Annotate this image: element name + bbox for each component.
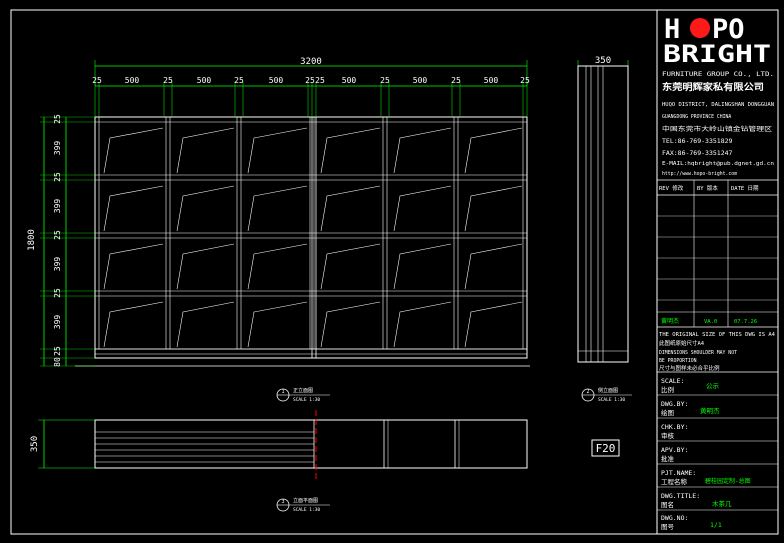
- note-1: THE ORIGINAL SIZE OF THIS DWG IS A4: [659, 332, 775, 338]
- approved-by-label-en: APV.BY:: [661, 446, 688, 454]
- logo-red-dot: [690, 18, 710, 38]
- left-dim-label: 399: [53, 257, 62, 272]
- rev-row-date: 07.7.26: [734, 319, 757, 325]
- address-en-1: HUQO DISTRICT, DALINGSHAN DONGGUAN: [662, 102, 774, 108]
- top-dim-label: 25: [315, 76, 325, 85]
- svg-text:3: 3: [281, 499, 284, 505]
- address-cn: 中国东莞市大岭山镇金钻管理区: [662, 125, 772, 133]
- checked-by-label-cn: 审核: [661, 431, 675, 440]
- plan-depth-dim: 350: [30, 436, 40, 452]
- svg-text:2: 2: [586, 389, 589, 395]
- website: http://www.hopo-bright.com: [662, 171, 737, 177]
- front-view-title: 正立面图: [293, 387, 313, 394]
- svg-text:BRIGHT: BRIGHT: [663, 40, 771, 68]
- rev-row-by: 黄明杰: [661, 317, 679, 325]
- checked-by-label-en: CHK.BY:: [661, 423, 688, 431]
- left-dim-label: 25: [53, 230, 62, 240]
- scale-label-en: SCALE:: [661, 377, 684, 385]
- drawing-no-label-en: DWG.NO:: [661, 514, 688, 522]
- drawing-no-label-cn: 图号: [661, 523, 675, 531]
- top-dim-label: 25: [520, 76, 530, 85]
- project-label-en: PJT.NAME:: [661, 469, 696, 477]
- left-dim-label: 80: [53, 357, 62, 367]
- front-view-scale: SCALE 1:30: [293, 397, 320, 403]
- top-dim-label: 500: [484, 76, 499, 85]
- title-value: 木茶几: [712, 499, 732, 508]
- top-dim-label: 25: [305, 76, 315, 85]
- depth-dim: 350: [595, 56, 611, 66]
- top-dim-label: 25: [163, 76, 173, 85]
- overall-height-dim: 1800: [27, 229, 37, 251]
- email: E-MAIL:hqbright@pub.dgnet.gd.cn: [662, 161, 774, 167]
- company-name-cn: 东莞明辉家私有限公司: [662, 81, 764, 93]
- sheet-number: F20: [596, 442, 616, 455]
- left-dim-label: 25: [53, 288, 62, 298]
- top-dim-label: 500: [342, 76, 357, 85]
- company-name-en: FURNITURE GROUP CO., LTD.: [662, 71, 774, 78]
- rev-header-date: DATE 日期: [731, 185, 759, 192]
- title-label-en: DWG.TITLE:: [661, 492, 700, 500]
- left-dim-label: 399: [53, 141, 62, 156]
- top-dim-label: 25: [451, 76, 461, 85]
- note-4: BE PROPORTION: [659, 358, 697, 364]
- rev-row-version: VA.0: [704, 319, 717, 325]
- tel: TEL:86-769-3351829: [662, 137, 733, 145]
- scale-label-cn: 比例: [661, 385, 674, 394]
- address-en-2: GUANGDONG PROVINCE CHINA: [662, 114, 731, 120]
- approved-by-label-cn: 批准: [661, 454, 675, 463]
- plan-view-scale: SCALE 1:30: [293, 507, 320, 513]
- note-2: 此图纸原始尺寸A4: [659, 339, 705, 347]
- top-dim-label: 25: [92, 76, 102, 85]
- top-dim-label: 25: [234, 76, 244, 85]
- top-dim-label: 500: [125, 76, 140, 85]
- project-value: 碧桂园定制-总图: [705, 477, 751, 485]
- top-dim-label: 500: [269, 76, 284, 85]
- rev-header-by: BY 版本: [697, 184, 718, 192]
- top-dim-label: 500: [197, 76, 212, 85]
- left-dim-label: 399: [53, 199, 62, 214]
- left-dim-label: 25: [53, 172, 62, 182]
- project-label-cn: 工程名称: [661, 477, 688, 486]
- top-dim-label: 500: [413, 76, 428, 85]
- side-view-title: 侧立面图: [598, 387, 618, 394]
- svg-text:1: 1: [281, 389, 284, 395]
- drawn-by-label-cn: 绘图: [661, 408, 674, 417]
- note-3: DIMENSIONS SHOULDER MAY NOT: [659, 350, 737, 356]
- drawing-no-value: 1/1: [710, 521, 722, 529]
- fax: FAX:86-769-3351247: [662, 149, 733, 157]
- overall-width-dim: 3200: [300, 57, 322, 67]
- rev-header-rev: REV 修改: [659, 184, 684, 192]
- cad-drawing-sheet: 25 500 25 500 25 500 25 25 500 25 500 25 500 25253992…: [0, 0, 784, 543]
- top-dim-label: 25: [380, 76, 390, 85]
- title-label-cn: 图名: [661, 500, 674, 509]
- scale-value: 公示: [706, 382, 720, 390]
- drawn-by-label-en: DWG.BY:: [661, 400, 688, 408]
- left-dim-label: 25: [53, 114, 62, 124]
- side-view-scale: SCALE 1:30: [598, 397, 625, 403]
- left-dim-label: 25: [53, 346, 62, 356]
- left-dim-label: 399: [53, 315, 62, 330]
- plan-view-title: 立面平面图: [293, 497, 318, 504]
- note-5: 尺寸与图样未必合乎比例: [659, 364, 720, 372]
- drawn-by-value: 黄明杰: [700, 406, 720, 415]
